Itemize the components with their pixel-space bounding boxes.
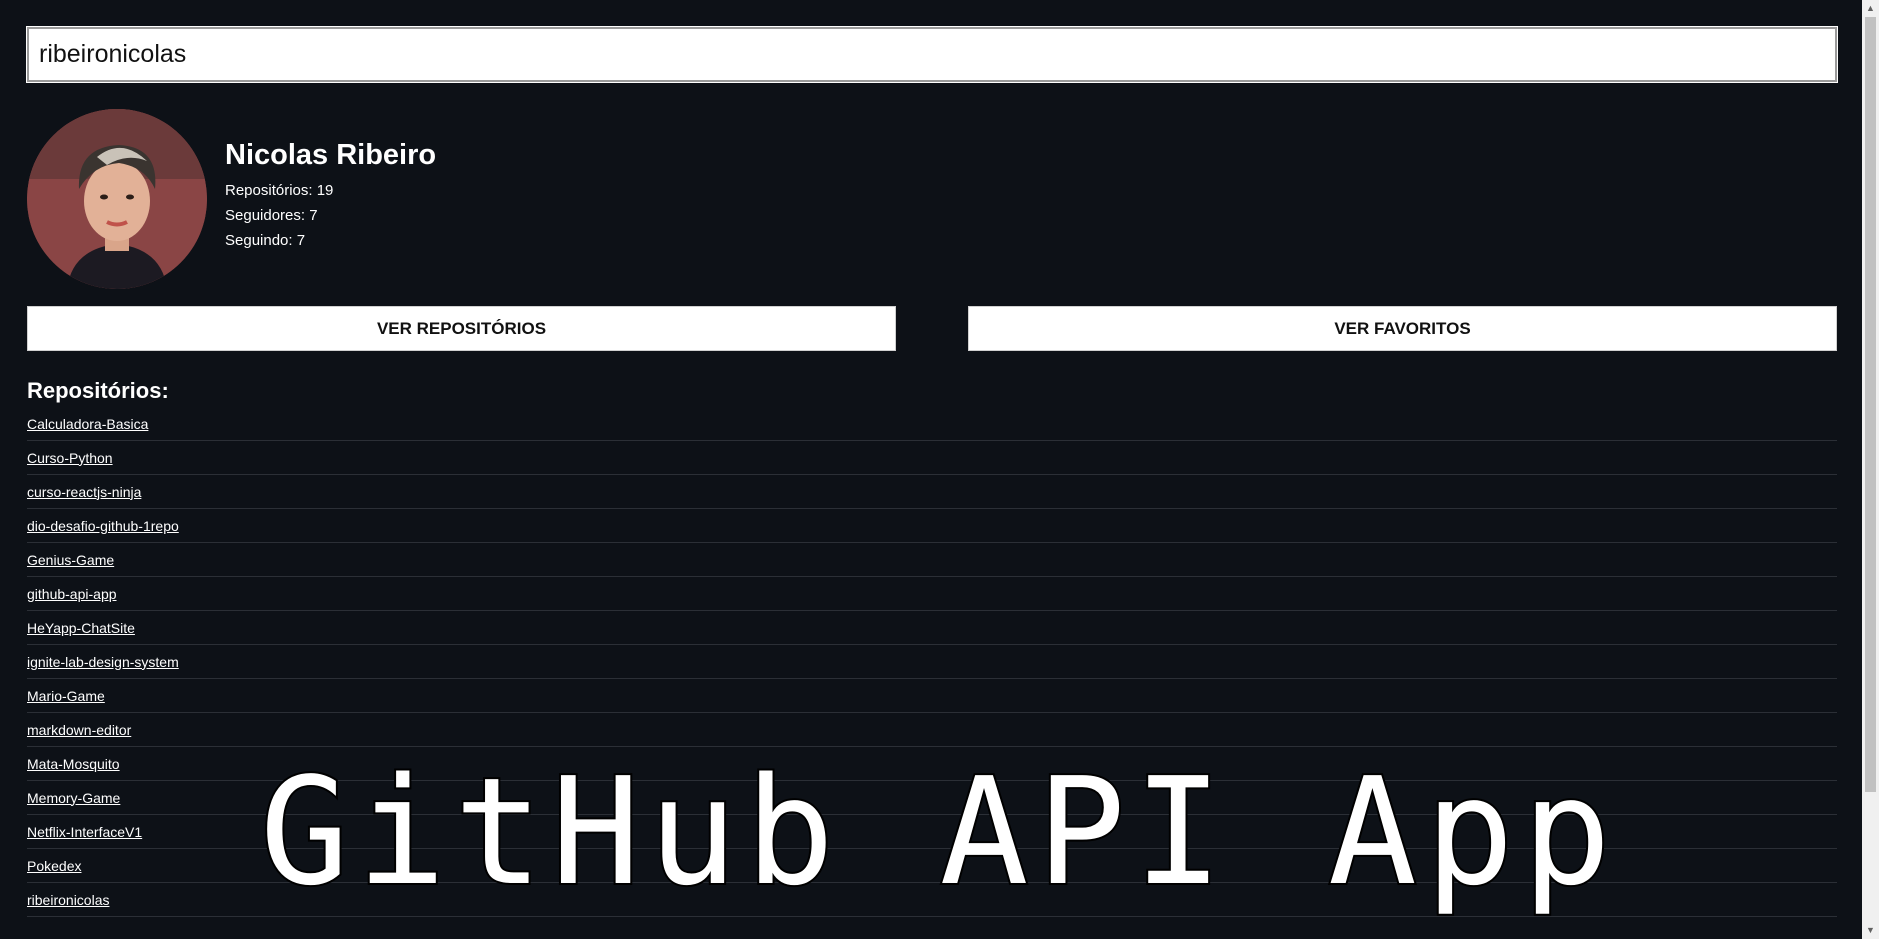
followers-count: Seguidores: 7	[225, 207, 318, 224]
vertical-scrollbar[interactable]: ▲ ▼	[1862, 0, 1879, 939]
list-item: Mata-Mosquito	[27, 747, 1837, 781]
page: Nicolas Ribeiro Repositórios: 19 Seguido…	[0, 0, 1879, 939]
repository-link[interactable]: Mario-Game	[27, 688, 105, 704]
repository-link[interactable]: Mata-Mosquito	[27, 756, 120, 772]
repository-link[interactable]: ignite-lab-design-system	[27, 654, 179, 670]
repository-link[interactable]: ribeironicolas	[27, 892, 109, 908]
list-item: Memory-Game	[27, 781, 1837, 815]
list-item: github-api-app	[27, 577, 1837, 611]
profile-name: Nicolas Ribeiro	[225, 139, 437, 171]
repository-link[interactable]: curso-reactjs-ninja	[27, 484, 141, 500]
actions: VER REPOSITÓRIOS VER FAVORITOS	[27, 306, 1837, 351]
repositories-heading: Repositórios:	[27, 378, 169, 403]
list-item: Mario-Game	[27, 679, 1837, 713]
following-count: Seguindo: 7	[225, 232, 306, 249]
user-profile: Nicolas Ribeiro Repositórios: 19 Seguido…	[27, 109, 1837, 289]
list-item: curso-reactjs-ninja	[27, 475, 1837, 509]
list-item: Pokedex	[27, 849, 1837, 883]
list-item: markdown-editor	[27, 713, 1837, 747]
profile-info: Nicolas Ribeiro Repositórios: 19 Seguido…	[225, 109, 436, 253]
username-search-input[interactable]	[26, 26, 1838, 83]
repository-link[interactable]: HeYapp-ChatSite	[27, 620, 135, 636]
repository-link[interactable]: Pokedex	[27, 858, 81, 874]
scroll-down-arrow-icon[interactable]: ▼	[1862, 922, 1879, 939]
repositories-count: Repositórios: 19	[225, 182, 334, 199]
list-item: ignite-lab-design-system	[27, 645, 1837, 679]
scrollbar-thumb[interactable]	[1865, 17, 1876, 792]
repository-link[interactable]: Calculadora-Basica	[27, 416, 148, 432]
repository-link[interactable]: dio-desafio-github-1repo	[27, 518, 179, 534]
view-favorites-button[interactable]: VER FAVORITOS	[968, 306, 1837, 351]
list-item: dio-desafio-github-1repo	[27, 509, 1837, 543]
list-item: Netflix-InterfaceV1	[27, 815, 1837, 849]
avatar	[27, 109, 207, 289]
repository-list: Calculadora-Basica Curso-Python curso-re…	[27, 407, 1837, 917]
list-item: HeYapp-ChatSite	[27, 611, 1837, 645]
repository-link[interactable]: github-api-app	[27, 586, 117, 602]
list-item: Genius-Game	[27, 543, 1837, 577]
repository-link[interactable]: Netflix-InterfaceV1	[27, 824, 142, 840]
list-item: ribeironicolas	[27, 883, 1837, 917]
app-container: Nicolas Ribeiro Repositórios: 19 Seguido…	[26, 26, 1838, 917]
repository-link[interactable]: Genius-Game	[27, 552, 114, 568]
list-item: Calculadora-Basica	[27, 407, 1837, 441]
view-repositories-button[interactable]: VER REPOSITÓRIOS	[27, 306, 896, 351]
repository-link[interactable]: markdown-editor	[27, 722, 131, 738]
repository-link[interactable]: Curso-Python	[27, 450, 113, 466]
list-item: Curso-Python	[27, 441, 1837, 475]
repository-link[interactable]: Memory-Game	[27, 790, 120, 806]
scroll-up-arrow-icon[interactable]: ▲	[1862, 0, 1879, 17]
